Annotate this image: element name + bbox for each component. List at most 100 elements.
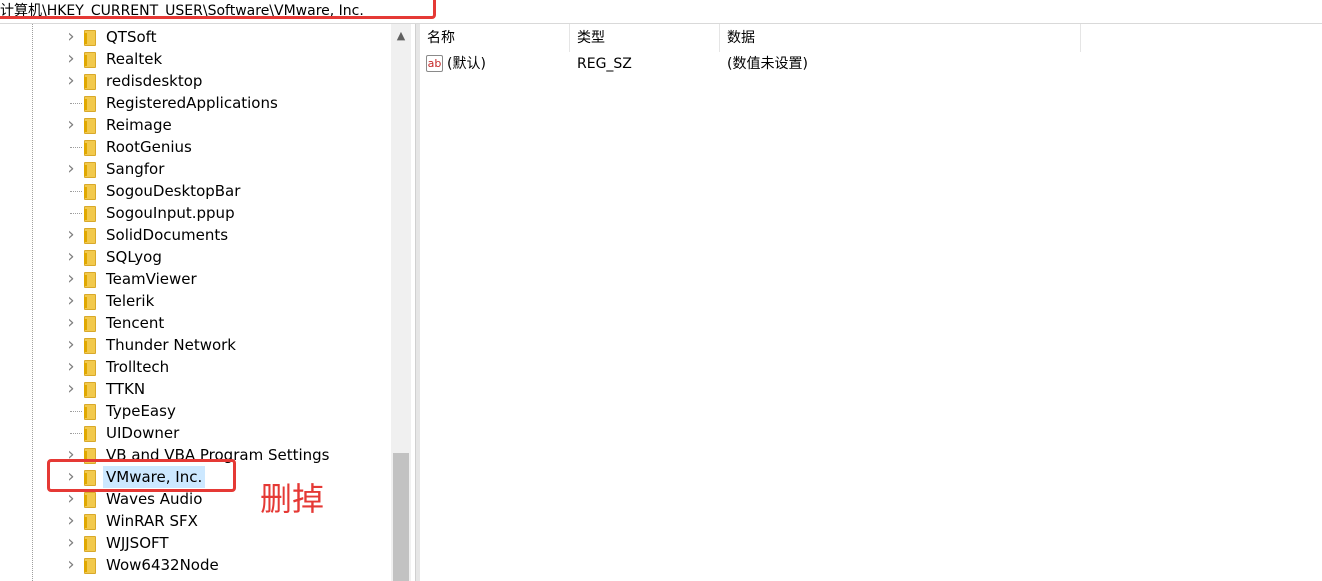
tree-item[interactable]: SogouInput.ppup xyxy=(0,202,390,224)
tree-item[interactable]: RegisteredApplications xyxy=(0,92,390,114)
chevron-right-icon[interactable]: › xyxy=(64,116,78,134)
tree-item[interactable]: TypeEasy xyxy=(0,400,390,422)
chevron-up-icon[interactable]: ▲ xyxy=(391,26,411,46)
tree-item-label[interactable]: Telerik xyxy=(103,290,157,312)
tree-item[interactable]: › Sangfor xyxy=(0,158,390,180)
tree-item[interactable]: UIDowner xyxy=(0,422,390,444)
tree-item-label[interactable]: Tencent xyxy=(103,312,167,334)
chevron-right-icon[interactable]: › xyxy=(64,160,78,178)
tree-item[interactable]: › Tencent xyxy=(0,312,390,334)
folder-icon xyxy=(84,161,96,178)
tree-item-label[interactable]: QTSoft xyxy=(103,26,160,48)
tree-item[interactable]: › redisdesktop xyxy=(0,70,390,92)
folder-icon xyxy=(84,249,96,266)
folder-icon xyxy=(84,51,96,68)
tree-connector-line xyxy=(70,191,82,192)
tree-connector-line xyxy=(70,411,82,412)
chevron-right-icon[interactable]: › xyxy=(64,556,78,574)
value-data: (数值未设置) xyxy=(727,56,808,72)
tree-item[interactable]: › TeamViewer xyxy=(0,268,390,290)
tree-item-label[interactable]: SogouDesktopBar xyxy=(103,180,243,202)
tree-connector-line xyxy=(70,103,82,104)
column-header-name[interactable]: 名称 xyxy=(420,24,570,52)
folder-icon xyxy=(84,425,96,442)
chevron-right-icon[interactable]: › xyxy=(64,358,78,376)
tree-item-label[interactable]: WJJSOFT xyxy=(103,532,172,554)
tree-item[interactable]: › WJJSOFT xyxy=(0,532,390,554)
folder-icon xyxy=(84,403,96,420)
tree-item[interactable]: › TTKN xyxy=(0,378,390,400)
tree-item[interactable]: › Realtek xyxy=(0,48,390,70)
chevron-right-icon[interactable]: › xyxy=(64,490,78,508)
tree-item-label[interactable]: TypeEasy xyxy=(103,400,179,422)
address-highlight-box xyxy=(0,0,436,19)
tree-scrollbar[interactable]: ▲ xyxy=(391,24,411,581)
chevron-right-icon[interactable]: › xyxy=(64,72,78,90)
tree-item-label[interactable]: Trolltech xyxy=(103,356,172,378)
tree-item-label[interactable]: Sangfor xyxy=(103,158,167,180)
value-type: REG_SZ xyxy=(577,56,632,72)
folder-icon xyxy=(84,95,96,112)
folder-icon xyxy=(84,139,96,156)
chevron-right-icon[interactable]: › xyxy=(64,28,78,46)
tree-item[interactable]: › Thunder Network xyxy=(0,334,390,356)
chevron-right-icon[interactable]: › xyxy=(64,534,78,552)
tree-item-label[interactable]: Wow6432Node xyxy=(103,554,222,576)
tree-connector-line xyxy=(70,433,82,434)
tree-item-label[interactable]: WinRAR SFX xyxy=(103,510,201,532)
column-header-type[interactable]: 类型 xyxy=(570,24,720,52)
tree-item-label[interactable]: UIDowner xyxy=(103,422,182,444)
tree-item[interactable]: › QTSoft xyxy=(0,26,390,48)
tree-connector-line xyxy=(70,213,82,214)
registry-tree[interactable]: › QTSoft › Realtek › redisdesktop RegisteredAp… xyxy=(0,24,415,581)
tree-item-label[interactable]: Thunder Network xyxy=(103,334,239,356)
tree-item-label[interactable]: Realtek xyxy=(103,48,165,70)
chevron-right-icon[interactable]: › xyxy=(64,270,78,288)
chevron-right-icon[interactable]: › xyxy=(64,226,78,244)
chevron-right-icon[interactable]: › xyxy=(64,314,78,332)
address-bar[interactable]: 计算机\HKEY_CURRENT_USER\Software\VMware, I… xyxy=(0,0,1322,24)
tree-connector-line xyxy=(70,147,82,148)
tree-item-label[interactable]: Reimage xyxy=(103,114,175,136)
tree-item-label[interactable]: SQLyog xyxy=(103,246,165,268)
folder-icon xyxy=(84,29,96,46)
string-value-icon: ab xyxy=(426,55,443,72)
chevron-right-icon[interactable]: › xyxy=(64,512,78,530)
chevron-right-icon[interactable]: › xyxy=(64,292,78,310)
chevron-right-icon[interactable]: › xyxy=(64,336,78,354)
tree-item-label[interactable]: TeamViewer xyxy=(103,268,200,290)
tree-item[interactable]: › SolidDocuments xyxy=(0,224,390,246)
tree-item-label[interactable]: SolidDocuments xyxy=(103,224,231,246)
chevron-right-icon[interactable]: › xyxy=(64,50,78,68)
tree-item[interactable]: › WinRAR SFX xyxy=(0,510,390,532)
tree-item-label[interactable]: TTKN xyxy=(103,378,148,400)
tree-item[interactable]: › SQLyog xyxy=(0,246,390,268)
folder-icon xyxy=(84,535,96,552)
folder-icon xyxy=(84,205,96,222)
column-header-data[interactable]: 数据 xyxy=(720,24,1081,52)
tree-item[interactable]: › Telerik xyxy=(0,290,390,312)
scroll-thumb[interactable] xyxy=(393,453,409,581)
folder-icon xyxy=(84,513,96,530)
tree-item-label[interactable]: RegisteredApplications xyxy=(103,92,281,114)
chevron-right-icon[interactable]: › xyxy=(64,248,78,266)
folder-icon xyxy=(84,337,96,354)
folder-icon xyxy=(84,359,96,376)
folder-icon xyxy=(84,117,96,134)
tree-item[interactable]: › Trolltech xyxy=(0,356,390,378)
tree-item[interactable]: › Wow6432Node xyxy=(0,554,390,576)
folder-icon xyxy=(84,293,96,310)
values-list[interactable]: 名称 类型 数据 ab (默认) REG_SZ (数值未设置) xyxy=(420,24,1322,581)
tree-item-label[interactable]: SogouInput.ppup xyxy=(103,202,238,224)
tree-item[interactable]: › Reimage xyxy=(0,114,390,136)
tree-item-label[interactable]: redisdesktop xyxy=(103,70,205,92)
folder-icon xyxy=(84,381,96,398)
tree-item[interactable]: SogouDesktopBar xyxy=(0,180,390,202)
folder-icon xyxy=(84,557,96,574)
folder-icon xyxy=(84,491,96,508)
chevron-right-icon[interactable]: › xyxy=(64,380,78,398)
value-name[interactable]: (默认) xyxy=(447,52,486,76)
tree-item-label[interactable]: RootGenius xyxy=(103,136,195,158)
tree-item[interactable]: RootGenius xyxy=(0,136,390,158)
folder-icon xyxy=(84,227,96,244)
